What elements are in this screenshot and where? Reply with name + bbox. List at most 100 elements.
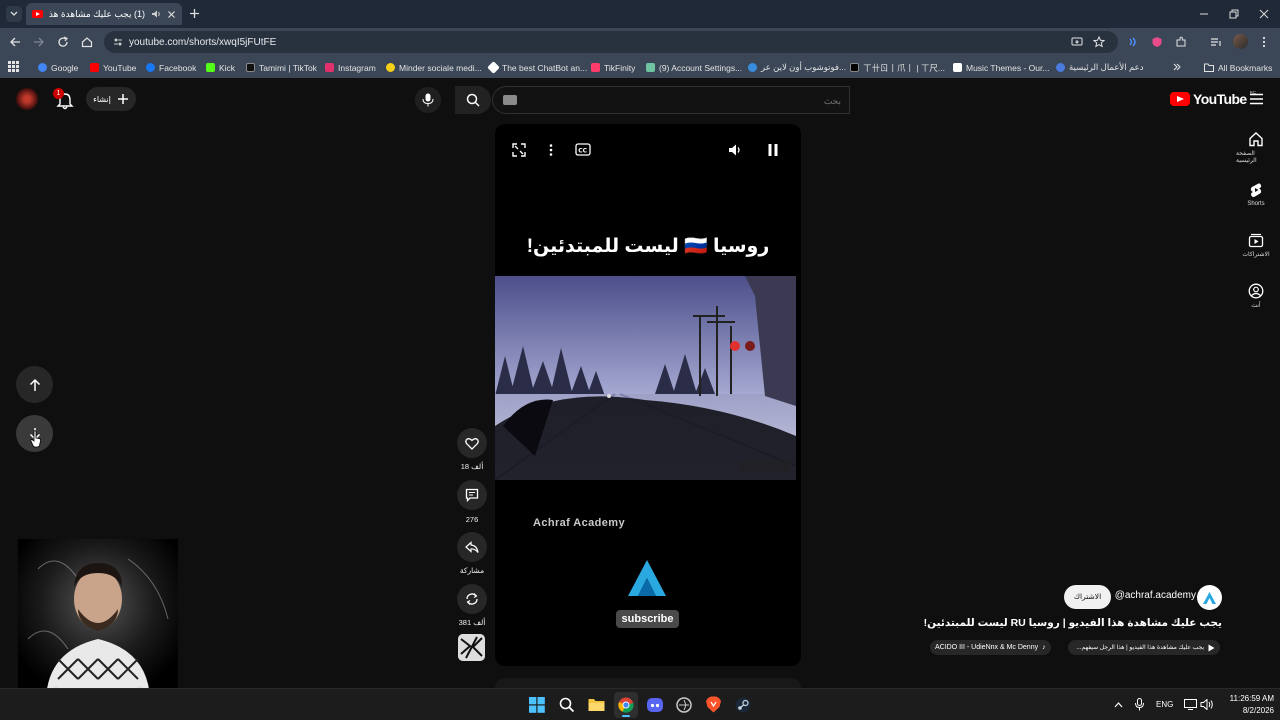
channel-handle[interactable]: @achraf.academy <box>1112 590 1196 601</box>
network-icon[interactable] <box>1184 699 1197 710</box>
pause-icon[interactable] <box>767 143 779 157</box>
speaker-volume-icon[interactable] <box>1200 699 1213 710</box>
academy-avatar-icon <box>1203 591 1216 604</box>
brave-icon[interactable] <box>706 696 721 713</box>
like-button[interactable] <box>457 428 487 458</box>
heart-icon <box>465 437 479 450</box>
chrome-taskbar-button[interactable] <box>614 692 638 718</box>
bookmark-business-support[interactable]: دعم الأعمال الرئيسية <box>1056 61 1143 74</box>
volume-icon[interactable] <box>728 143 742 157</box>
remix-count: 381 ألف <box>458 618 486 627</box>
music-themes-icon <box>953 63 962 72</box>
short-title[interactable]: يجب عليك مشاهدة هذا الفيديو | روسيا RU ل… <box>900 617 1222 629</box>
media-controls-icon[interactable] <box>1210 36 1222 48</box>
keyboard-icon[interactable] <box>503 95 517 105</box>
active-tab[interactable]: (1) يجب عليك مشاهدة هذا ال <box>26 3 182 25</box>
music-title: ACIDO III - UdieNnx & Mc Denny <box>935 644 1039 651</box>
chrome-menu-icon[interactable] <box>1261 36 1267 48</box>
fullscreen-icon[interactable] <box>512 143 526 157</box>
share-button[interactable] <box>457 532 487 562</box>
address-bar[interactable]: youtube.com/shorts/xwqI5jFUtFE <box>104 31 1118 53</box>
bookmark-tikfinity[interactable]: TikFinity <box>591 61 635 74</box>
bookmark-photoshop-online[interactable]: فوتوشوب أون لاين عر... <box>748 61 846 74</box>
search-input[interactable] <box>523 91 841 111</box>
install-app-icon[interactable] <box>1071 36 1083 48</box>
close-tab-icon[interactable] <box>167 10 176 19</box>
youtube-logo[interactable]: YouTube BE <box>1170 91 1256 107</box>
video-overlay-title: روسيا 🇷🇺 ليست للمبتدئين! <box>526 236 770 257</box>
extensions-puzzle-icon[interactable] <box>1175 36 1187 48</box>
windows-taskbar: ENG 11:26:59 AM 8/2/2026 <box>0 688 1280 720</box>
site-info-icon[interactable] <box>113 37 123 47</box>
forward-icon[interactable] <box>33 36 45 48</box>
search-button[interactable] <box>455 86 491 114</box>
clock[interactable]: 11:26:59 AM 8/2/2026 <box>1214 693 1274 717</box>
bookmark-kick[interactable]: Kick <box>206 61 235 74</box>
shorts-player[interactable]: CC روسيا 🇷🇺 ليست للمبتدئين! Achraf Acade… <box>495 124 801 666</box>
google-icon <box>38 63 47 72</box>
close-window-icon[interactable] <box>1259 9 1269 19</box>
discord-icon[interactable] <box>647 697 663 713</box>
channel-avatar-achraf[interactable] <box>1197 585 1222 610</box>
comments-button[interactable] <box>457 480 487 510</box>
apps-grid-icon[interactable] <box>8 61 19 72</box>
create-button[interactable]: إنشاء <box>86 87 136 111</box>
music-chip[interactable]: ACIDO III - UdieNnx & Mc Denny ♪ <box>930 640 1051 655</box>
steam-icon[interactable] <box>735 697 751 713</box>
subscribe-button[interactable]: الاشتراك <box>1064 585 1111 609</box>
bookmark-instagram[interactable]: Instagram <box>325 61 376 74</box>
more-options-icon[interactable] <box>548 143 554 157</box>
tikfinity-icon <box>591 63 600 72</box>
search-box[interactable] <box>492 86 850 114</box>
file-explorer-icon[interactable] <box>588 697 605 712</box>
hamburger-menu-icon[interactable] <box>1250 93 1263 105</box>
captions-icon[interactable]: CC <box>575 143 591 156</box>
bookmark-youtube[interactable]: YouTube <box>90 61 136 74</box>
bookmark-tiktok[interactable]: Tamimi | TikTok <box>246 61 317 74</box>
speaker-icon[interactable] <box>151 9 161 19</box>
webcam-overlay <box>18 539 178 699</box>
nav-home[interactable]: الصفحة الرئيسية <box>1236 131 1276 164</box>
bookmark-account-settings[interactable]: (9) Account Settings... <box>646 61 742 74</box>
playlist-chip[interactable]: يجب عليك مشاهدة هذا الفيديو | هذا الرجل … <box>1068 640 1220 655</box>
extension-shield-icon[interactable] <box>1151 36 1163 48</box>
taskbar-search-icon[interactable] <box>559 697 575 713</box>
bookmark-minder[interactable]: Minder sociale medi... <box>386 61 482 74</box>
remix-button[interactable] <box>457 584 487 614</box>
create-label: إنشاء <box>93 94 111 104</box>
tray-microphone-icon[interactable] <box>1135 698 1144 711</box>
nav-you[interactable]: أنت <box>1236 283 1276 309</box>
previous-short-button[interactable] <box>16 366 53 403</box>
bookmark-google[interactable]: Google <box>38 61 78 74</box>
bookmark-chatbot[interactable]: The best ChatBot an... <box>487 61 587 74</box>
restore-icon[interactable] <box>1229 9 1239 19</box>
all-bookmarks[interactable]: All Bookmarks <box>1204 61 1272 74</box>
tab-search-button[interactable] <box>6 6 22 22</box>
nav-shorts[interactable]: Shorts <box>1236 182 1276 207</box>
extension-audio-icon[interactable] <box>1127 36 1139 48</box>
show-hidden-icons-icon[interactable] <box>1114 701 1123 708</box>
back-icon[interactable] <box>9 36 21 48</box>
profile-avatar[interactable] <box>1233 34 1248 49</box>
meta-icon <box>1056 63 1065 72</box>
voice-search-button[interactable] <box>415 87 441 113</box>
bookmark-x-thomi[interactable]: ㄒ卄ㄖ丨爪丨 | ㄒ尺... <box>850 61 945 74</box>
more-bookmarks-chevron-icon[interactable] <box>1173 63 1181 71</box>
nav-subscriptions[interactable]: الاشتراكات <box>1236 232 1276 258</box>
language-indicator[interactable]: ENG <box>1156 700 1173 709</box>
minimize-icon[interactable] <box>1199 9 1209 19</box>
bookmark-facebook[interactable]: Facebook <box>146 61 196 74</box>
windows-start-icon[interactable] <box>529 697 545 713</box>
music-note-icon: ♪ <box>1042 644 1046 651</box>
notifications-button[interactable]: 1 <box>52 88 76 110</box>
photopea-icon <box>748 63 757 72</box>
reload-icon[interactable] <box>57 36 69 48</box>
channel-avatar[interactable] <box>16 88 38 110</box>
sound-thumbnail[interactable] <box>458 634 485 661</box>
share-label: مشاركة <box>459 566 485 575</box>
bookmark-star-icon[interactable] <box>1093 36 1105 48</box>
bookmark-music-themes[interactable]: Music Themes - Our... <box>953 61 1049 74</box>
home-button-icon[interactable] <box>81 36 93 48</box>
new-tab-icon[interactable] <box>189 8 200 19</box>
game-launcher-icon[interactable] <box>676 697 692 713</box>
